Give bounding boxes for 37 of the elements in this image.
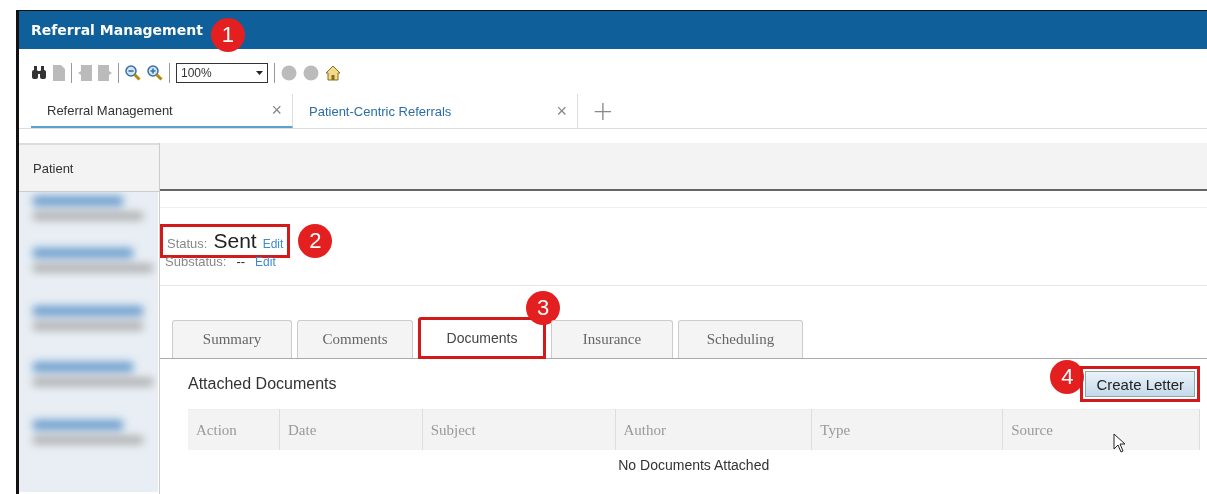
- zoom-dropdown[interactable]: 100%: [176, 63, 268, 84]
- column-header: Action: [188, 409, 280, 450]
- caret-icon[interactable]: [256, 71, 263, 76]
- column-header: Subject: [422, 409, 615, 450]
- column-header: Author: [615, 409, 812, 450]
- tab[interactable]: Summary: [172, 320, 292, 358]
- tab[interactable]: Documents: [418, 317, 546, 359]
- close-icon[interactable]: ×: [271, 99, 282, 121]
- close-icon[interactable]: ×: [556, 100, 567, 122]
- column-header: Type: [811, 409, 1003, 450]
- edit-link[interactable]: Edit: [255, 255, 276, 269]
- new-tab-button[interactable]: +: [578, 94, 628, 128]
- binoculars-icon[interactable]: [31, 66, 47, 81]
- substatus-label: Substatus:: [165, 254, 227, 269]
- zoom-out-icon[interactable]: [125, 65, 141, 82]
- callout-number: 2: [298, 224, 333, 258]
- status-value: Sent: [213, 229, 257, 253]
- column-header: Patient: [19, 143, 159, 192]
- column-header: Source: [1002, 409, 1200, 450]
- tab[interactable]: Insurance: [551, 320, 673, 358]
- substatus-value: --: [236, 254, 246, 269]
- callout-number: 1: [210, 18, 245, 52]
- edit-link[interactable]: Edit: [262, 237, 284, 251]
- zoom-in-icon[interactable]: [147, 65, 163, 82]
- home-icon[interactable]: [325, 65, 341, 82]
- window-title: Referral Management: [31, 22, 203, 38]
- section-title: Attached Documents: [188, 375, 337, 393]
- tab[interactable]: Scheduling: [678, 320, 803, 358]
- tab[interactable]: Referral Management ×: [31, 94, 293, 128]
- tab[interactable]: Patient-Centric Referrals ×: [293, 94, 578, 128]
- callout-number: 3: [526, 291, 560, 325]
- column-header: Date: [279, 409, 423, 450]
- cursor-icon: [1113, 433, 1127, 453]
- status-label: Status:: [167, 236, 208, 251]
- tab[interactable]: Comments: [297, 320, 413, 358]
- create-letter-button[interactable]: Create Letter: [1085, 371, 1195, 397]
- empty-message: No Documents Attached: [618, 457, 770, 473]
